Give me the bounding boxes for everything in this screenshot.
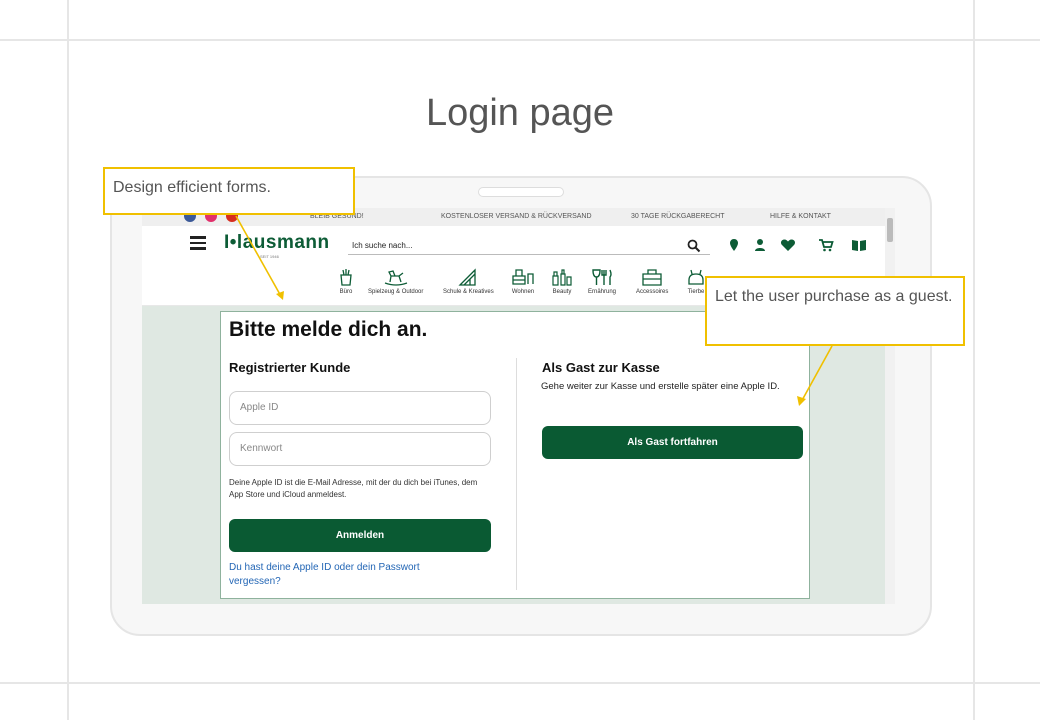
account-icon[interactable]: [752, 238, 768, 252]
search-icon[interactable]: [687, 239, 701, 253]
bag-icon: [642, 269, 662, 286]
cutlery-glass-icon: [592, 269, 612, 285]
search-input[interactable]: Ich suche nach...: [348, 237, 710, 255]
logo-tagline: SEIT 1946: [260, 254, 279, 259]
apple-id-field[interactable]: Apple ID: [229, 391, 491, 425]
category-tierbedarf[interactable]: Tierbe: [686, 268, 706, 295]
callout-guest: Let the user purchase as a guest.: [705, 276, 965, 346]
info-versand[interactable]: KOSTENLOSER VERSAND & RÜCKVERSAND: [441, 213, 592, 220]
guest-checkout-title: Als Gast zur Kasse: [542, 360, 660, 375]
furniture-icon: [512, 269, 534, 285]
tablet-speaker: [478, 187, 564, 197]
site-header: I•lausmann SEIT 1946 Ich suche nach...: [142, 226, 895, 262]
category-beauty[interactable]: Beauty: [551, 268, 573, 295]
category-label: Ernährung: [588, 289, 617, 295]
page-scrollbar[interactable]: [885, 208, 895, 604]
logo[interactable]: I•lausmann: [224, 232, 330, 254]
guest-checkout-text: Gehe weiter zur Kasse und erstelle späte…: [541, 381, 780, 392]
category-label: Tierbe: [687, 289, 705, 295]
catalog-book-icon[interactable]: [851, 238, 867, 252]
menu-icon[interactable]: [190, 236, 206, 250]
slide-title: Login page: [425, 92, 615, 134]
login-button[interactable]: Anmelden: [229, 519, 491, 552]
column-divider: [516, 358, 517, 590]
cart-icon[interactable]: [818, 238, 834, 252]
office-cup-icon: [340, 269, 352, 286]
category-schule[interactable]: Schule & Kreatives: [443, 268, 494, 295]
browser-screen: BLEIB GESUND! KOSTENLOSER VERSAND & RÜCK…: [142, 208, 895, 604]
category-buero[interactable]: Büro: [337, 268, 355, 295]
category-label: Accessoires: [636, 289, 669, 295]
pet-icon: [688, 269, 704, 285]
category-label: Spielzeug & Outdoor: [368, 289, 424, 295]
login-heading: Bitte melde dich an.: [229, 318, 428, 341]
category-label: Wohnen: [511, 289, 535, 295]
category-label: Schule & Kreatives: [443, 289, 494, 295]
slide: Login page BLEIB GESUND! KOSTENLOSER VER…: [0, 0, 1040, 720]
rocking-horse-icon: [384, 270, 407, 286]
cosmetics-bottles-icon: [552, 269, 572, 286]
category-accessoires[interactable]: Accessoires: [636, 268, 668, 295]
grid-line-bottom: [0, 682, 1040, 684]
ruler-triangle-icon: [458, 268, 476, 286]
scrollbar-thumb[interactable]: [887, 218, 893, 242]
callout-forms: Design efficient forms.: [103, 167, 355, 215]
grid-line-top: [0, 39, 1040, 41]
apple-id-hint: Deine Apple ID ist die E-Mail Adresse, m…: [229, 478, 478, 499]
category-ernaehrung[interactable]: Ernährung: [588, 268, 616, 295]
registered-customer-title: Registrierter Kunde: [229, 360, 351, 375]
login-card: Bitte melde dich an. Registrierter Kunde…: [220, 311, 810, 599]
category-label: Beauty: [552, 289, 572, 295]
wishlist-heart-icon[interactable]: [780, 238, 796, 252]
guest-continue-button[interactable]: Als Gast fortfahren: [542, 426, 803, 459]
location-icon[interactable]: [726, 238, 742, 252]
password-field[interactable]: Kennwort: [229, 432, 491, 466]
category-label: Büro: [339, 289, 353, 295]
category-spielzeug[interactable]: Spielzeug & Outdoor: [368, 268, 423, 295]
info-hilfe[interactable]: HILFE & KONTAKT: [770, 213, 831, 220]
category-wohnen[interactable]: Wohnen: [511, 268, 535, 295]
forgot-password-link[interactable]: Du hast deine Apple ID oder dein Passwor…: [229, 561, 469, 589]
info-rueckgabe[interactable]: 30 TAGE RÜCKGABERECHT: [631, 213, 725, 220]
